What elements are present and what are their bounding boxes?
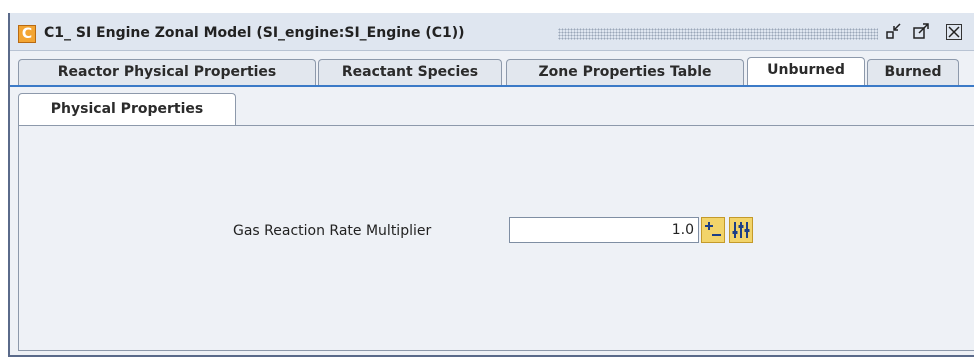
tab-burned[interactable]: Burned: [867, 59, 959, 85]
subtab-physical-properties[interactable]: Physical Properties: [18, 93, 236, 125]
unburned-panel: Physical Properties Gas Reaction Rate Mu…: [10, 85, 974, 355]
tab-zone-properties-table[interactable]: Zone Properties Table: [506, 59, 744, 85]
maximize-window-icon[interactable]: [912, 23, 930, 41]
tab-unburned[interactable]: Unburned: [747, 57, 865, 87]
app-c-icon: C: [18, 25, 36, 43]
window-titlebar[interactable]: C C1_ SI Engine Zonal Model (SI_engine:S…: [10, 13, 974, 51]
close-window-icon[interactable]: [946, 24, 962, 40]
titlebar-grip: [558, 28, 878, 40]
gas-reaction-rate-multiplier-label: Gas Reaction Rate Multiplier: [233, 223, 432, 239]
window-title: C1_ SI Engine Zonal Model (SI_engine:SI_…: [44, 25, 465, 41]
tab-reactant-species[interactable]: Reactant Species: [318, 59, 502, 85]
physical-properties-content: Gas Reaction Rate Multiplier: [18, 125, 974, 351]
plus-minus-icon[interactable]: [701, 217, 725, 243]
main-tab-bar: Reactor Physical Properties Reactant Spe…: [10, 53, 974, 87]
gas-reaction-rate-multiplier-input[interactable]: [509, 217, 699, 243]
parameter-sliders-icon[interactable]: [729, 217, 753, 243]
minimize-window-icon[interactable]: [885, 23, 903, 41]
model-window: C C1_ SI Engine Zonal Model (SI_engine:S…: [8, 13, 974, 357]
tab-reactor-physical-properties[interactable]: Reactor Physical Properties: [18, 59, 316, 85]
